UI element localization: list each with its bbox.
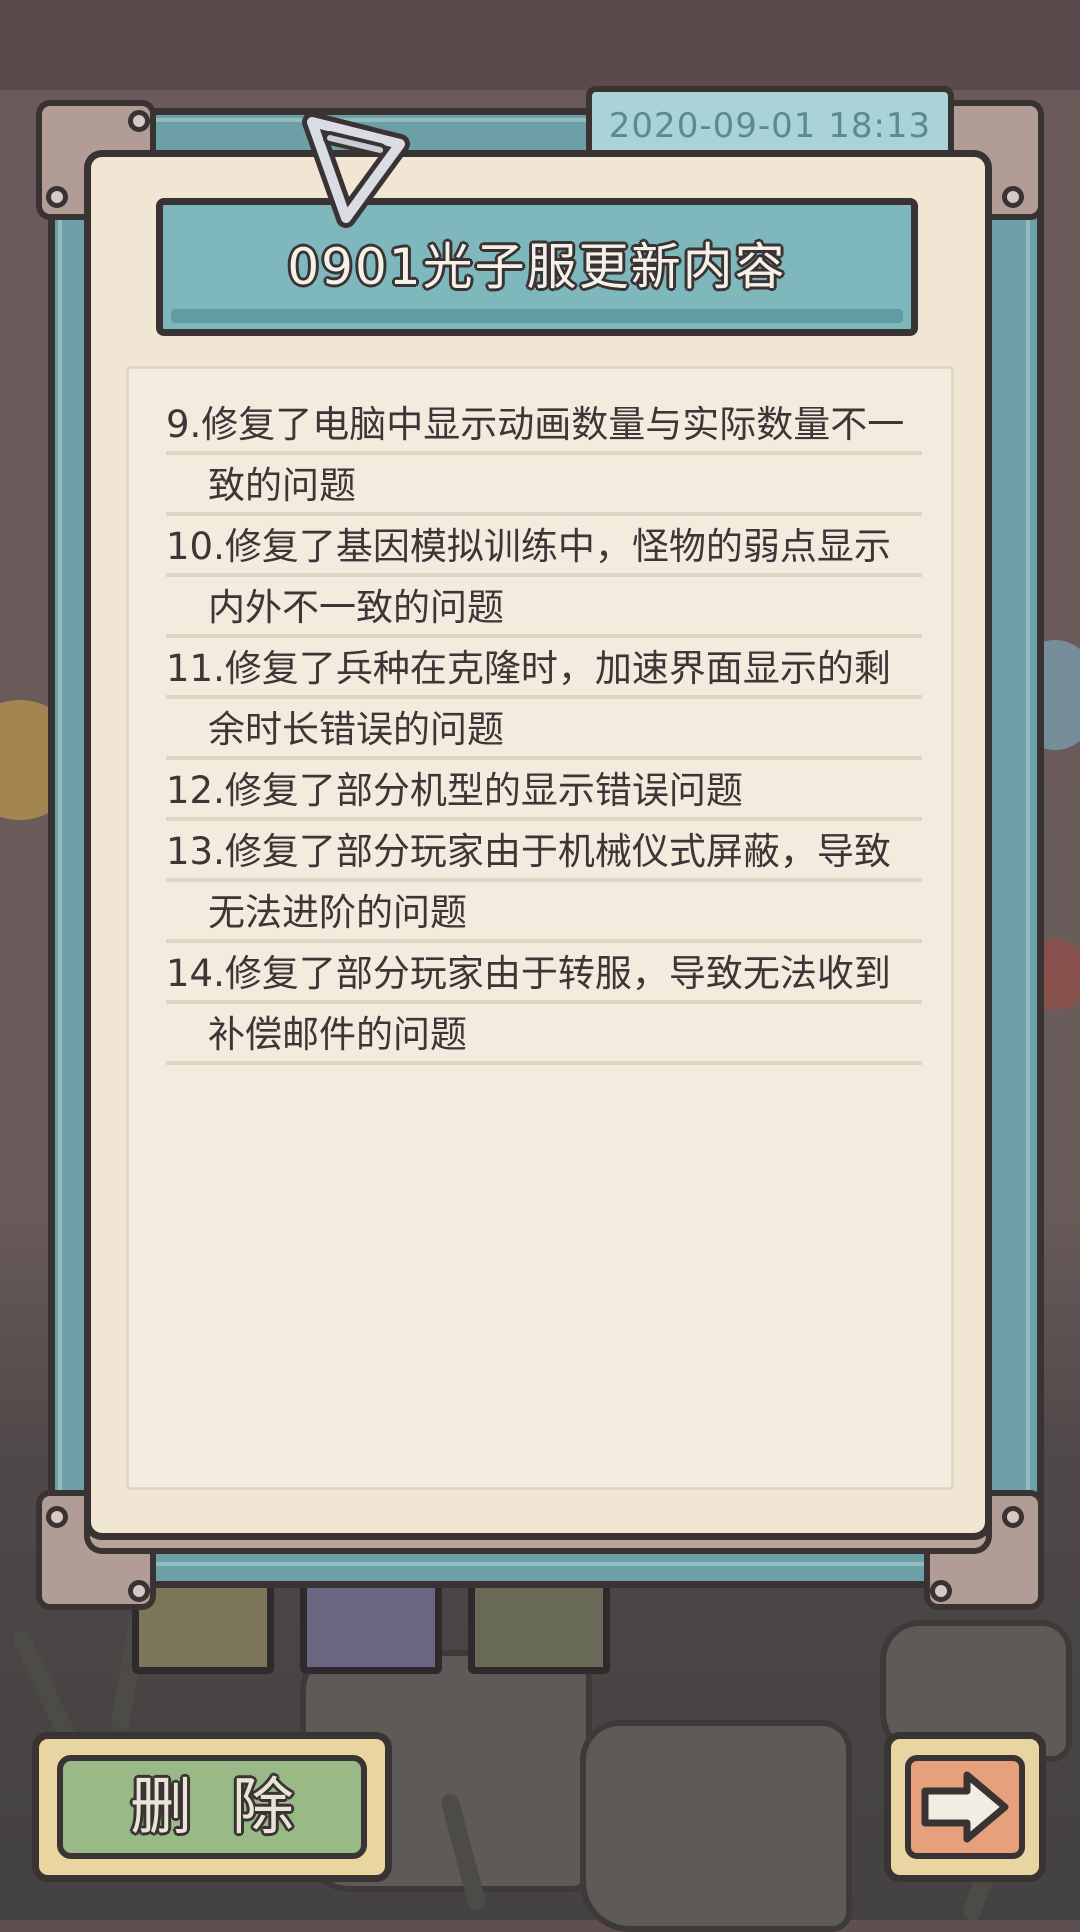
paper-clip-icon [302, 112, 410, 228]
notice-line: 补偿邮件的问题 [166, 1004, 922, 1065]
title-banner: 0901光子服更新内容 [156, 198, 918, 336]
delete-button-face: 删除 [57, 1755, 367, 1859]
notice-lines: 9.修复了电脑中显示动画数量与实际数量不一 致的问题 10.修复了基因模拟训练中，怪… [166, 394, 922, 1065]
notice-line: 12.修复了部分机型的显示错误问题 [166, 760, 922, 821]
notice-title: 0901光子服更新内容 [287, 238, 787, 296]
notice-line: 14.修复了部分玩家由于转服，导致无法收到 [166, 943, 922, 1004]
bolt-icon [128, 1580, 150, 1602]
notice-line: 余时长错误的问题 [166, 699, 922, 760]
bolt-icon [128, 110, 150, 132]
notice-line: 致的问题 [166, 455, 922, 516]
delete-button[interactable]: 删除 [32, 1732, 392, 1882]
right-arrow-icon [921, 1771, 1009, 1843]
notice-line: 11.修复了兵种在克隆时，加速界面显示的剩 [166, 638, 922, 699]
bolt-icon [1002, 186, 1024, 208]
notice-line: 13.修复了部分玩家由于机械仪式屏蔽，导致 [166, 821, 922, 882]
bolt-icon [46, 186, 68, 208]
notice-line: 无法进阶的问题 [166, 882, 922, 943]
bolt-icon [1002, 1506, 1024, 1528]
next-button[interactable] [884, 1732, 1046, 1882]
bolt-icon [930, 1580, 952, 1602]
bolt-icon [46, 1506, 68, 1528]
notice-line: 内外不一致的问题 [166, 577, 922, 638]
background-top [0, 0, 1080, 90]
notice-line: 10.修复了基因模拟训练中，怪物的弱点显示 [166, 516, 922, 577]
notice-line: 9.修复了电脑中显示动画数量与实际数量不一 [166, 394, 922, 455]
background-rock [580, 1720, 852, 1932]
delete-button-label: 删除 [129, 1770, 334, 1843]
timestamp: 2020-09-01 18:13 [608, 106, 932, 146]
next-button-face [905, 1755, 1025, 1859]
